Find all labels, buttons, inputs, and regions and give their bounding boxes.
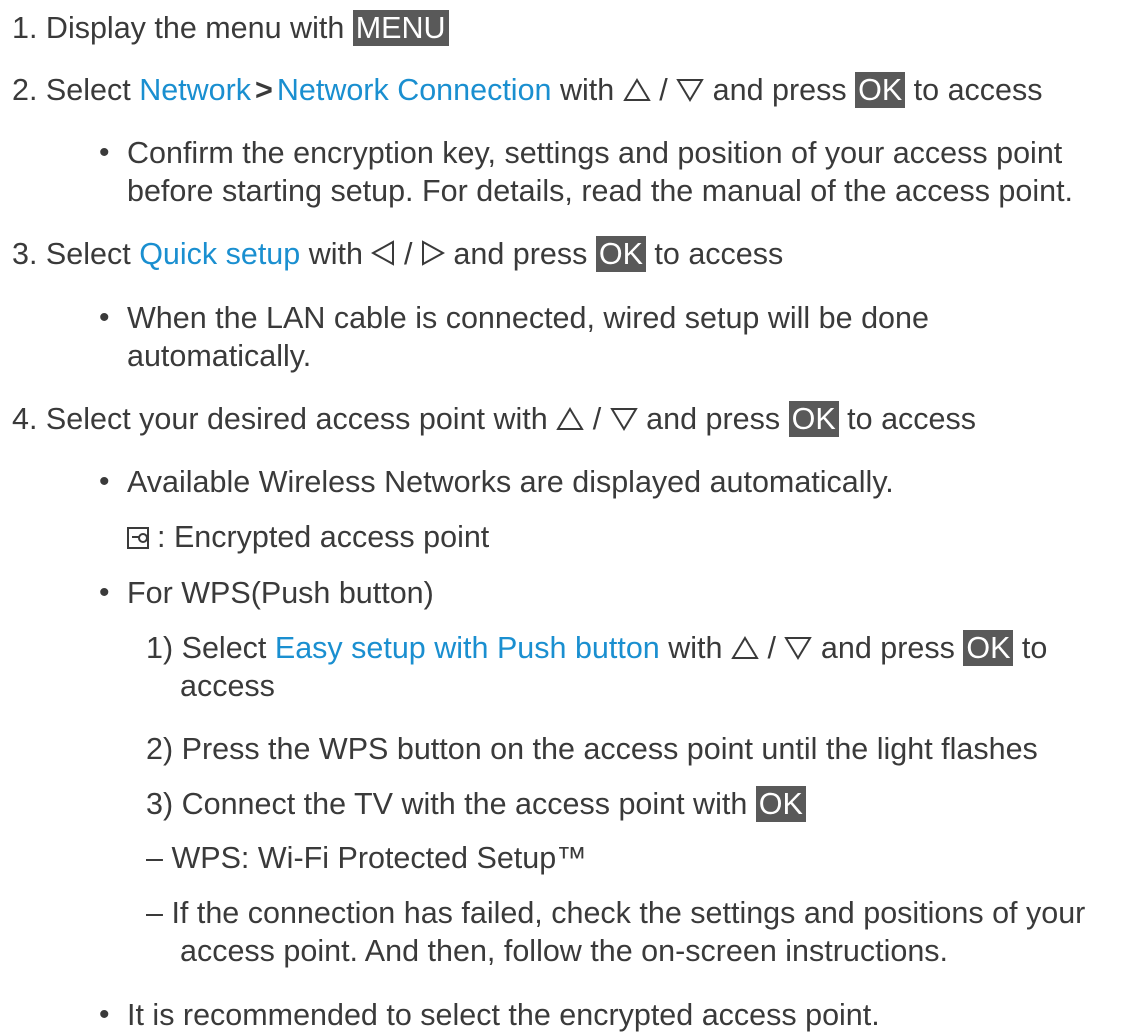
substep-number: 2) <box>146 732 174 766</box>
step-1: 1. Display the menu with MENU <box>12 8 449 48</box>
bullet: • <box>99 136 110 169</box>
ok-key: OK <box>855 72 906 108</box>
substep-number: 1) <box>146 631 174 665</box>
note-line: When the LAN cable is connected, wired s… <box>127 301 929 335</box>
substep-2: 2) Press the WPS button on the access po… <box>146 729 1038 769</box>
step-text: Select your desired access point with <box>45 402 548 436</box>
ok-key: OK <box>755 786 806 822</box>
step-text: Press the WPS button on the access point… <box>181 732 1038 766</box>
step-text: Select <box>45 237 131 271</box>
step-text: and press <box>712 73 847 107</box>
up-triangle-icon <box>731 636 759 660</box>
ok-key: OK <box>963 630 1014 666</box>
step-text: Select <box>181 631 267 665</box>
note-line: automatically. <box>127 339 312 373</box>
dash-text-continuation: access point. And then, follow the on-sc… <box>180 934 949 968</box>
right-triangle-icon <box>421 240 445 266</box>
down-triangle-icon <box>609 407 638 431</box>
step-4: 4. Select your desired access point with… <box>12 399 976 439</box>
down-triangle-icon <box>784 636 813 660</box>
network-connection-link[interactable]: Network Connection <box>277 73 552 107</box>
note-line: For WPS(Push button) <box>127 576 434 610</box>
step-text: with <box>308 237 363 271</box>
dash-item-2: – If the connection has failed, check th… <box>146 893 1085 933</box>
dash-item-1: – WPS: Wi-Fi Protected Setup™ <box>146 838 587 878</box>
step-text: and press <box>646 402 781 436</box>
ok-key: OK <box>788 401 839 437</box>
step-text: and press <box>820 631 955 665</box>
step-number: 3. <box>12 237 38 271</box>
note-line: Available Wireless Networks are displaye… <box>127 465 894 499</box>
step-text: with <box>668 631 723 665</box>
menu-key: MENU <box>352 10 449 46</box>
bullet: • <box>99 576 110 609</box>
step-number: 2. <box>12 73 38 107</box>
step-text: to <box>1021 631 1048 665</box>
up-triangle-icon <box>556 407 584 431</box>
easy-setup-link[interactable]: Easy setup with Push button <box>275 631 660 665</box>
step-text: to access <box>847 402 976 436</box>
step-text: to access <box>654 237 784 271</box>
legend-text: : Encrypted access point <box>157 520 490 554</box>
bullet: • <box>99 301 110 334</box>
step-number: 4. <box>12 402 38 436</box>
note-line: It is recommended to select the encrypte… <box>127 998 880 1032</box>
step-text: Connect the TV with the access point wit… <box>181 787 748 821</box>
note-line: Confirm the encryption key, settings and… <box>127 136 1063 170</box>
step-3: 3. Select Quick setup with / and press O… <box>12 234 783 274</box>
encrypted-legend: : Encrypted access point <box>127 517 489 557</box>
dash-text: WPS: Wi-Fi Protected Setup™ <box>171 841 587 875</box>
dash-marker: – <box>146 841 163 875</box>
step-text: Select <box>45 73 131 107</box>
encrypted-key-icon <box>127 527 149 549</box>
substep-3: 3) Connect the TV with the access point … <box>146 784 806 824</box>
slash: / <box>767 631 776 665</box>
slash: / <box>659 73 668 107</box>
down-triangle-icon <box>676 78 704 102</box>
step-2: 2. Select Network > Network Connection wit… <box>12 70 1043 110</box>
slash: / <box>403 237 413 271</box>
ok-key: OK <box>595 236 646 272</box>
substep-number: 3) <box>146 787 174 821</box>
dash-text: If the connection has failed, check the … <box>171 896 1086 930</box>
step-text: and press <box>453 237 588 271</box>
step-text: with <box>559 73 615 107</box>
up-triangle-icon <box>622 78 651 102</box>
network-menu-link[interactable]: Network <box>139 73 251 107</box>
slash: / <box>592 402 602 436</box>
substep-continuation: access <box>180 669 275 703</box>
dash-marker: – <box>146 896 163 930</box>
note-line: before starting setup. For details, read… <box>127 174 1074 208</box>
breadcrumb-separator: > <box>255 73 273 107</box>
step-text: Display the menu with <box>45 11 345 45</box>
bullet: • <box>99 465 110 498</box>
quick-setup-link[interactable]: Quick setup <box>139 237 300 271</box>
left-triangle-icon <box>371 240 395 266</box>
step-number: 1. <box>12 11 38 45</box>
substep-1: 1) Select Easy setup with Push button wi… <box>146 628 1047 668</box>
bullet: • <box>99 998 110 1031</box>
step-text: to access <box>913 73 1043 107</box>
